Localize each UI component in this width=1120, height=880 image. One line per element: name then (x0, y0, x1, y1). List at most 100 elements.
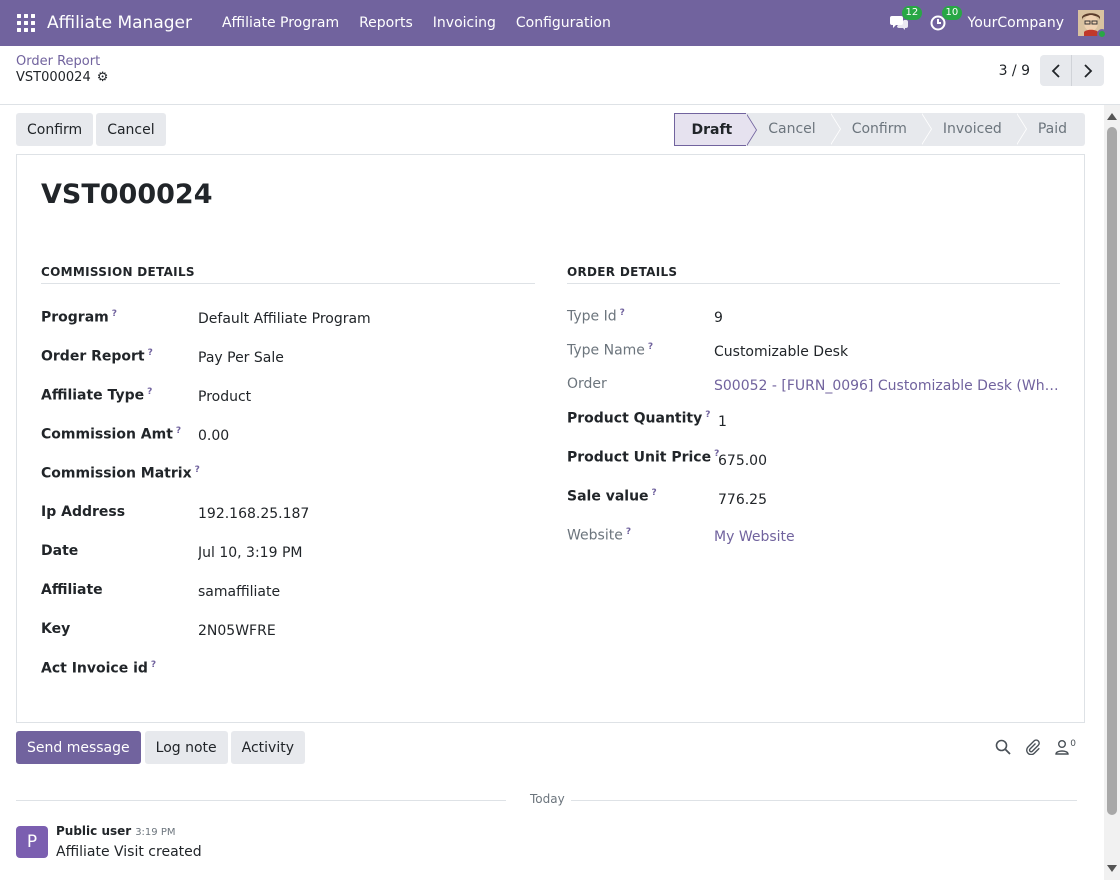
field-value[interactable]: My Website (714, 529, 1060, 545)
help-tooltip-icon[interactable]: ? (626, 527, 631, 537)
field-label-text: Affiliate (41, 582, 103, 598)
field-row: Order Report? Pay Per Sale (41, 348, 535, 387)
field-label-text: Date (41, 543, 79, 559)
user-avatar[interactable] (1078, 10, 1107, 39)
send-message-button[interactable]: Send message (16, 731, 141, 764)
field-value: Default Affiliate Program (198, 311, 371, 327)
gear-icon[interactable]: ⚙ (97, 70, 109, 85)
status-confirm[interactable]: Confirm (829, 113, 933, 146)
breadcrumb-parent[interactable]: Order Report (16, 54, 100, 69)
breadcrumb-current-label: VST000024 (16, 70, 91, 85)
menu-invoicing[interactable]: Invoicing (423, 15, 506, 31)
field-value: Product (198, 389, 252, 405)
chatter-tools: 0 (981, 739, 1076, 755)
help-tooltip-icon[interactable]: ? (151, 660, 156, 670)
field-value: 776.25 (718, 492, 767, 508)
field-label: Product Quantity? (567, 410, 710, 427)
order-details-title: ORDER DETAILS (567, 265, 1060, 284)
pager-previous-button[interactable] (1040, 55, 1072, 86)
field-row: Date Jul 10, 3:19 PM (41, 543, 535, 582)
chevron-left-icon (1051, 63, 1060, 78)
followers-button[interactable]: 0 (1055, 739, 1076, 755)
field-row: Affiliate Type? Product (41, 387, 535, 426)
field-label: Type Name? (567, 342, 653, 359)
field-label: Type Id? (567, 308, 625, 325)
paperclip-icon[interactable] (1025, 739, 1041, 755)
field-label-text: Program (41, 309, 109, 326)
field-row: Key 2N05WFRE (41, 621, 535, 660)
control-panel: Order Report VST000024 ⚙ 3 / 9 (0, 46, 1120, 105)
field-label: Affiliate Type? (41, 387, 152, 404)
field-label-text: Sale value (567, 488, 649, 505)
help-tooltip-icon[interactable]: ? (620, 308, 625, 318)
help-tooltip-icon[interactable]: ? (112, 309, 117, 319)
apps-grid-icon[interactable] (17, 14, 35, 32)
breadcrumb-current: VST000024 ⚙ (16, 70, 108, 85)
menu-reports[interactable]: Reports (349, 15, 423, 31)
field-label-text: Product Unit Price (567, 449, 712, 466)
field-label-text: Affiliate Type (41, 387, 145, 404)
scroll-thumb[interactable] (1107, 127, 1117, 815)
chatter-topbar: Send message Log note Activity (16, 731, 308, 764)
date-separator: Today (16, 792, 1077, 808)
author-avatar[interactable]: P (16, 826, 48, 858)
help-tooltip-icon[interactable]: ? (652, 488, 657, 498)
company-switcher[interactable]: YourCompany (968, 15, 1065, 31)
activities-badge: 10 (941, 6, 963, 20)
confirm-button[interactable]: Confirm (16, 113, 94, 146)
search-icon[interactable] (995, 739, 1011, 755)
pager-value[interactable]: 3 / 9 (999, 63, 1030, 79)
status-invoiced[interactable]: Invoiced (920, 113, 1027, 146)
main-menu: Affiliate Program Reports Invoicing Conf… (212, 15, 621, 31)
field-row: Order S00052 - [FURN_0096] Customizable D… (567, 376, 1060, 410)
page-scrollbar[interactable] (1104, 105, 1120, 880)
log-note-button[interactable]: Log note (144, 731, 228, 764)
status-bar: Draft Cancel Confirm Invoiced Paid (674, 113, 1085, 146)
order-details-group: ORDER DETAILS Type Id? 9 Type Name? Customi… (567, 265, 1060, 561)
field-value: samaffiliate (198, 584, 281, 600)
messages-badge: 12 (901, 6, 923, 20)
cancel-button[interactable]: Cancel (96, 113, 166, 146)
field-row: Program? Default Affiliate Program (41, 309, 535, 348)
scroll-up-arrow[interactable] (1107, 113, 1117, 120)
field-row: Commission Matrix? (41, 465, 535, 504)
help-tooltip-icon[interactable]: ? (648, 342, 653, 352)
user-icon (1055, 740, 1069, 755)
field-row: Sale value? 776.25 (567, 488, 1060, 527)
field-row: Ip Address 192.168.25.187 (41, 504, 535, 543)
scroll-down-arrow[interactable] (1107, 865, 1117, 872)
messages-systray[interactable]: 12 (889, 6, 923, 31)
date-separator-label: Today (530, 792, 565, 806)
field-label: Order (567, 376, 607, 392)
pager-next-button[interactable] (1072, 55, 1104, 86)
help-tooltip-icon[interactable]: ? (705, 410, 710, 420)
status-draft[interactable]: Draft (674, 113, 757, 146)
pager: 3 / 9 (999, 55, 1104, 86)
field-row: Type Id? 9 (567, 308, 1060, 342)
activity-button[interactable]: Activity (230, 731, 305, 764)
message-author[interactable]: Public user (56, 824, 131, 838)
top-navbar: Affiliate Manager Affiliate Program Repo… (0, 0, 1120, 46)
field-row: Website? My Website (567, 527, 1060, 561)
help-tooltip-icon[interactable]: ? (176, 426, 181, 436)
commission-details-title: COMMISSION DETAILS (41, 265, 535, 284)
field-value: 675.00 (718, 453, 767, 469)
field-row: Type Name? Customizable Desk (567, 342, 1060, 376)
field-value: Customizable Desk (714, 344, 849, 360)
field-value: Jul 10, 3:19 PM (198, 545, 303, 561)
field-label-text: Commission Amt (41, 426, 173, 443)
field-value: Pay Per Sale (198, 350, 284, 366)
menu-configuration[interactable]: Configuration (506, 15, 621, 31)
help-tooltip-icon[interactable]: ? (195, 465, 200, 475)
field-value[interactable]: S00052 - [FURN_0096] Customizable Desk (… (714, 378, 1060, 394)
field-label: Key (41, 621, 70, 637)
activities-systray[interactable]: 10 (930, 6, 963, 31)
app-title[interactable]: Affiliate Manager (47, 13, 192, 33)
help-tooltip-icon[interactable]: ? (148, 348, 153, 358)
field-label: Commission Matrix? (41, 465, 200, 482)
field-label: Website? (567, 527, 631, 544)
status-cancel[interactable]: Cancel (746, 113, 842, 146)
help-tooltip-icon[interactable]: ? (147, 387, 152, 397)
menu-affiliate-program[interactable]: Affiliate Program (212, 15, 349, 31)
field-label: Product Unit Price? (567, 449, 719, 466)
